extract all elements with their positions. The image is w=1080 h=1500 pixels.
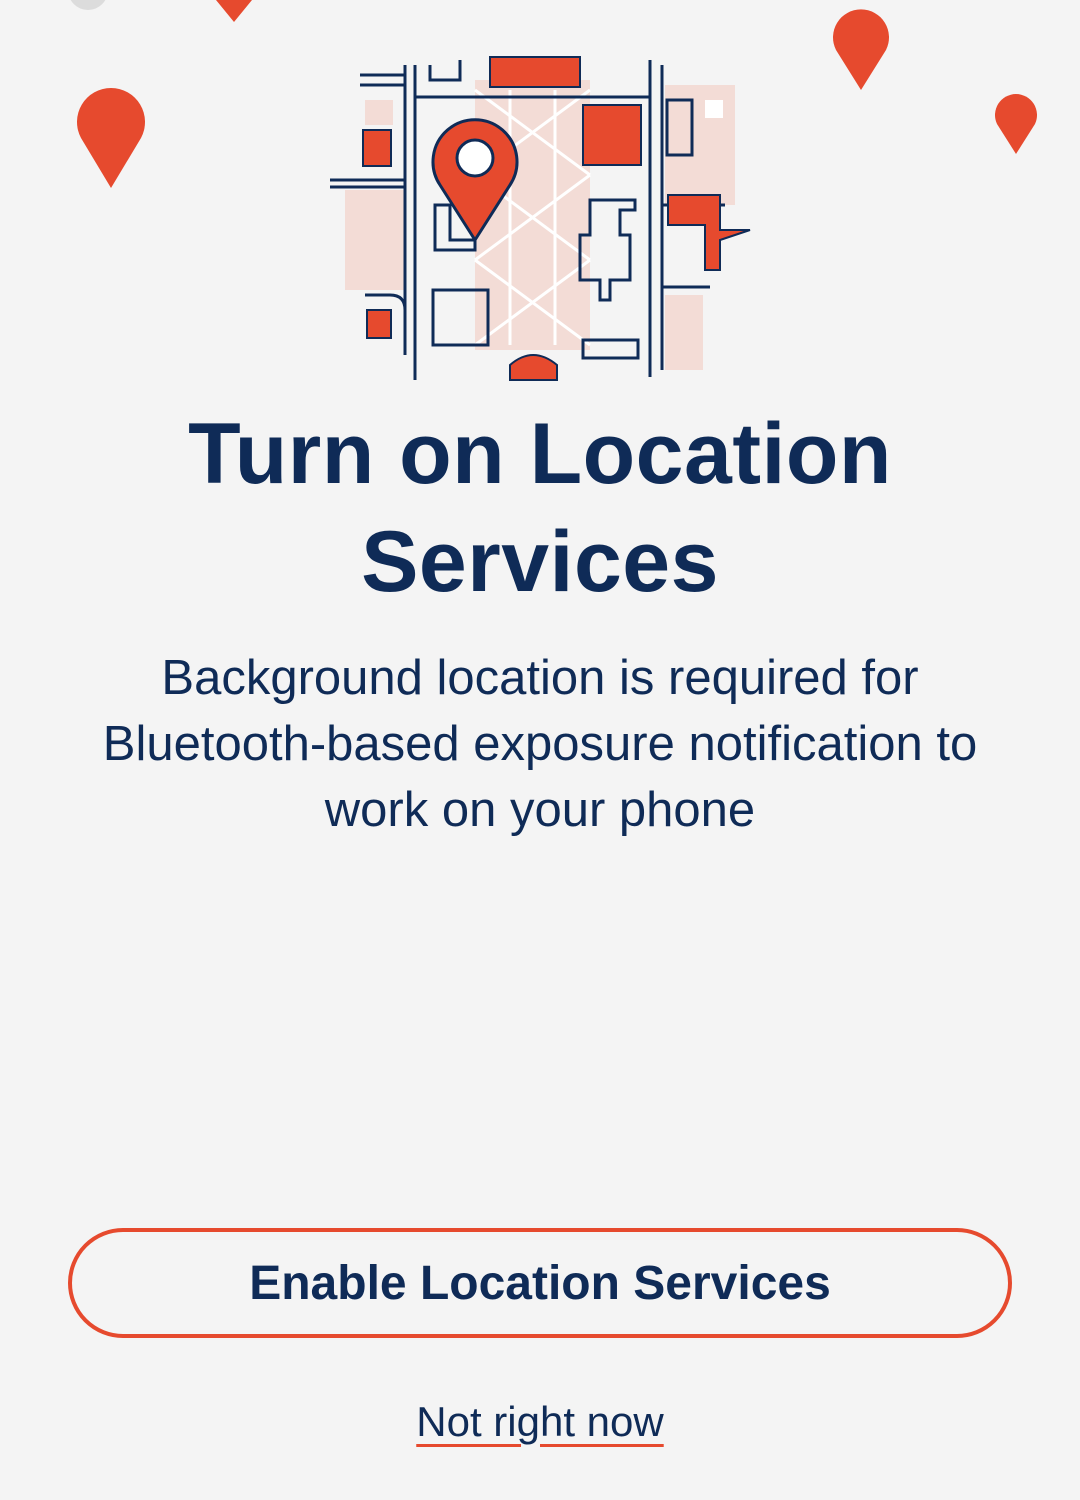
location-pin-icon — [70, 0, 106, 10]
location-pin-icon — [77, 88, 145, 188]
page-title: Turn on Location Services — [188, 406, 892, 610]
not-right-now-link[interactable]: Not right now — [340, 1398, 740, 1446]
location-pin-icon — [216, 0, 252, 22]
location-pin-icon — [995, 94, 1037, 154]
description-text: Background location is required for Blue… — [102, 651, 978, 837]
enable-location-services-button[interactable]: Enable Location Services — [68, 1228, 1012, 1338]
map-with-location-pin-icon — [330, 56, 751, 381]
location-pin-icon — [833, 9, 889, 91]
